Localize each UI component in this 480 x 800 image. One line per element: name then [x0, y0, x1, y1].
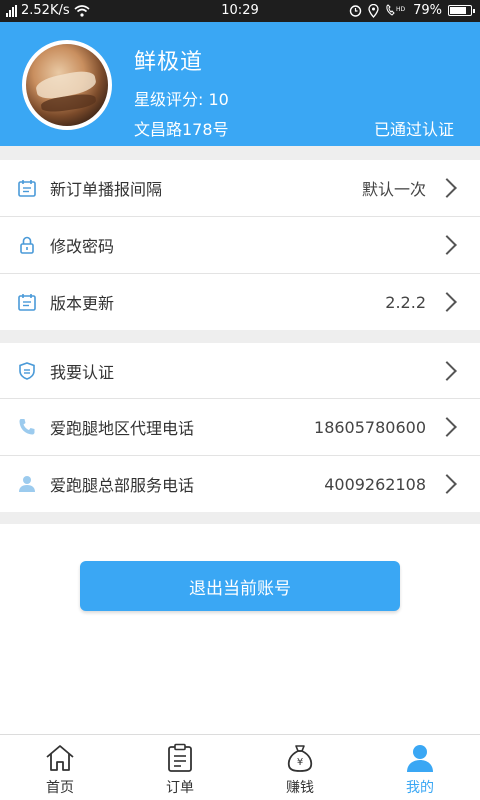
order-icon: [163, 743, 197, 773]
setting-label: 我要认证: [50, 363, 115, 382]
setting-label: 新订单播报间隔: [50, 180, 163, 199]
tab-label: 首页: [46, 780, 74, 796]
avatar[interactable]: [22, 40, 112, 130]
setting-hq-service-phone[interactable]: 爱跑腿总部服务电话 4009262108: [0, 456, 480, 512]
setting-value: 默认一次: [361, 180, 426, 199]
tab-earn[interactable]: ¥ 赚钱: [240, 735, 360, 800]
setting-version-update[interactable]: 版本更新 2.2.2: [0, 274, 480, 330]
setting-value: 18605780600: [314, 417, 426, 437]
battery-percent: 79%: [413, 3, 442, 18]
profile-header: 鲜极道 星级评分: 10 文昌路178号 已通过认证: [0, 22, 480, 146]
tab-orders[interactable]: 订单: [120, 735, 240, 800]
setting-label: 爱跑腿地区代理电话: [50, 419, 195, 438]
shop-name: 鲜极道: [134, 50, 204, 75]
chevron-right-icon: [437, 361, 457, 381]
tab-label: 赚钱: [286, 780, 314, 796]
chevron-right-icon: [437, 235, 457, 255]
svg-text:HD: HD: [396, 6, 406, 13]
home-icon: [43, 743, 77, 773]
setting-label: 版本更新: [50, 294, 115, 313]
hd-call-icon: HD: [386, 4, 406, 16]
chevron-right-icon: [437, 178, 457, 198]
verification-status: 已通过认证: [373, 120, 454, 139]
setting-value: 2.2.2: [385, 292, 426, 312]
location-icon: [368, 3, 379, 18]
status-bar: 2.52K/s 10:29 HD 79%: [0, 0, 480, 22]
setting-change-password[interactable]: 修改密码: [0, 217, 480, 273]
setting-label: 修改密码: [50, 237, 115, 256]
status-right: HD 79%: [349, 3, 475, 18]
badge-icon: [16, 360, 38, 382]
tab-home[interactable]: 首页: [0, 735, 120, 800]
person-icon: [403, 743, 437, 773]
section-gap: [0, 146, 480, 160]
svg-text:¥: ¥: [297, 757, 303, 768]
lock-icon: [16, 234, 38, 256]
tab-mine[interactable]: 我的: [360, 735, 480, 800]
chevron-right-icon: [437, 417, 457, 437]
shop-address: 文昌路178号: [134, 120, 229, 139]
setting-value: 4009262108: [324, 474, 426, 494]
person-icon: [16, 473, 38, 495]
phone-icon: [16, 416, 38, 438]
calendar-icon: [16, 291, 38, 313]
section-gap: [0, 330, 480, 343]
chevron-right-icon: [437, 292, 457, 312]
logout-button[interactable]: 退出当前账号: [80, 561, 400, 611]
section-gap: [0, 512, 480, 524]
setting-order-broadcast-interval[interactable]: 新订单播报间隔 默认一次: [0, 160, 480, 216]
bottom-tab-bar: 首页 订单 ¥ 赚钱 我的: [0, 734, 480, 800]
setting-label: 爱跑腿总部服务电话: [50, 476, 195, 495]
battery-icon: [448, 5, 475, 16]
calendar-icon: [16, 177, 38, 199]
setting-apply-verification[interactable]: 我要认证: [0, 343, 480, 399]
chevron-right-icon: [437, 474, 457, 494]
money-bag-icon: ¥: [283, 743, 317, 773]
star-rating: 星级评分: 10: [134, 90, 229, 109]
alarm-icon: [349, 5, 362, 17]
tab-label: 我的: [406, 780, 434, 796]
battery-fill: [450, 7, 466, 14]
tab-label: 订单: [166, 780, 194, 796]
setting-regional-agent-phone[interactable]: 爱跑腿地区代理电话 18605780600: [0, 399, 480, 455]
